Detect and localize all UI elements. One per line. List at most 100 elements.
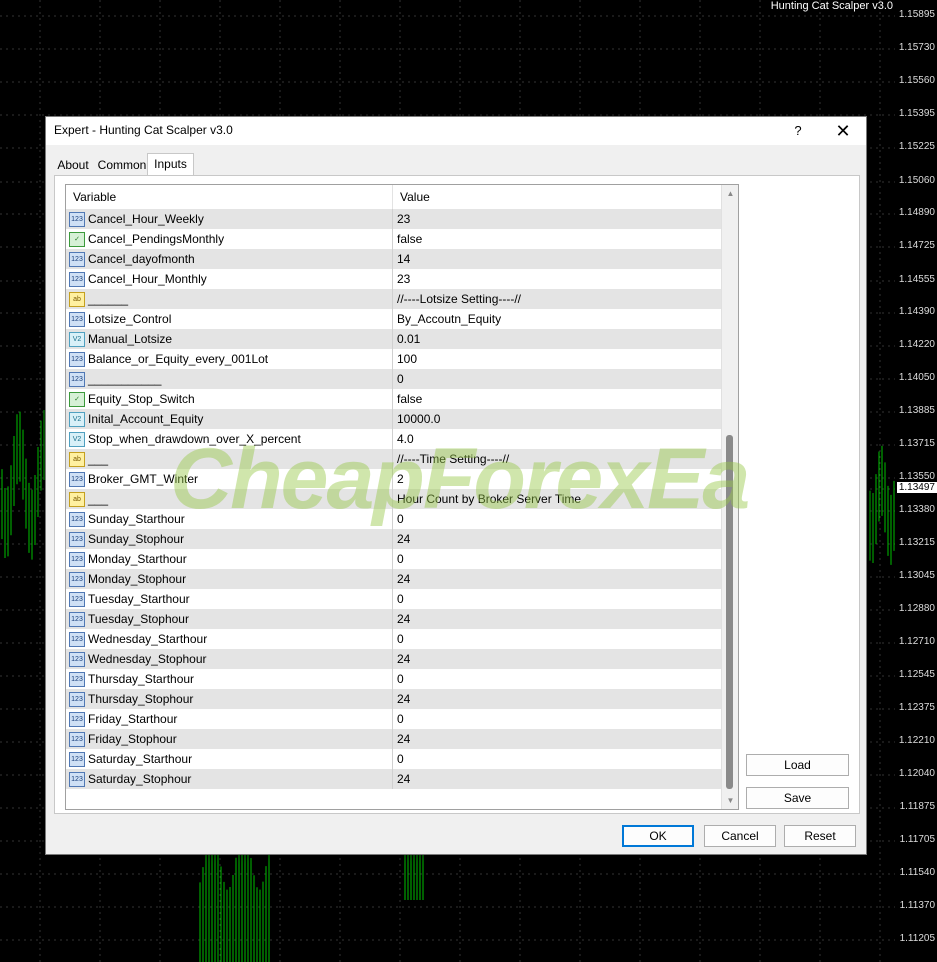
table-row[interactable]: V2 Inital_Account_Equity 10000.0 <box>66 409 721 429</box>
table-row[interactable]: 123 Sunday_Starthour 0 <box>66 509 721 529</box>
variable-value[interactable]: 24 <box>397 772 410 786</box>
table-row[interactable]: ab ___ Hour Count by Broker Server Time <box>66 489 721 509</box>
variable-value[interactable]: 14 <box>397 252 410 266</box>
table-row[interactable]: 123 Wednesday_Starthour 0 <box>66 629 721 649</box>
variable-value[interactable]: 0.01 <box>397 332 420 346</box>
table-row[interactable]: V2 Manual_Lotsize 0.01 <box>66 329 721 349</box>
reset-button[interactable]: Reset <box>784 825 856 847</box>
column-header-variable[interactable]: Variable <box>73 190 116 204</box>
variable-name: Saturday_Stophour <box>88 772 192 786</box>
variable-value[interactable]: 2 <box>397 472 404 486</box>
variable-value[interactable]: 0 <box>397 512 404 526</box>
scroll-up-icon[interactable]: ▲ <box>722 185 738 202</box>
table-row[interactable]: 123 Saturday_Stophour 24 <box>66 769 721 789</box>
variable-name: Wednesday_Stophour <box>88 652 207 666</box>
cell-divider <box>392 309 393 329</box>
dialog-titlebar[interactable]: Expert - Hunting Cat Scalper v3.0 ? ✕ <box>46 117 866 145</box>
table-row[interactable]: 123 Broker_GMT_Winter 2 <box>66 469 721 489</box>
variable-value[interactable]: //----Time Setting----// <box>397 452 509 466</box>
price-tick-label: 1.12880 <box>898 603 935 614</box>
cell-divider <box>392 609 393 629</box>
help-button[interactable]: ? <box>786 121 810 141</box>
variable-value[interactable]: Hour Count by Broker Server Time <box>397 492 581 506</box>
table-row[interactable]: 123 Cancel_Hour_Weekly 23 <box>66 209 721 229</box>
table-row[interactable]: 123 Cancel_Hour_Monthly 23 <box>66 269 721 289</box>
integer-type-icon: 123 <box>69 552 85 567</box>
table-row[interactable]: 123 Thursday_Starthour 0 <box>66 669 721 689</box>
scroll-down-icon[interactable]: ▼ <box>722 792 738 809</box>
table-row[interactable]: 123 Lotsize_Control By_Accoutn_Equity <box>66 309 721 329</box>
variable-value[interactable]: 0 <box>397 372 404 386</box>
variable-name: Friday_Stophour <box>88 732 177 746</box>
table-row[interactable]: V2 Stop_when_drawdown_over_X_percent 4.0 <box>66 429 721 449</box>
variable-value[interactable]: 0 <box>397 632 404 646</box>
tab-inputs[interactable]: Inputs <box>147 153 194 177</box>
table-row[interactable]: 123 Wednesday_Stophour 24 <box>66 649 721 669</box>
variable-value[interactable]: false <box>397 392 422 406</box>
close-icon[interactable]: ✕ <box>830 119 856 143</box>
table-row[interactable]: 123 Balance_or_Equity_every_001Lot 100 <box>66 349 721 369</box>
variable-value[interactable]: 4.0 <box>397 432 414 446</box>
tab-common[interactable]: Common <box>94 155 150 175</box>
table-row[interactable]: 123 Tuesday_Starthour 0 <box>66 589 721 609</box>
vertical-scrollbar[interactable]: ▲ ▼ <box>721 185 738 809</box>
integer-type-icon: 123 <box>69 372 85 387</box>
column-header-value[interactable]: Value <box>400 190 430 204</box>
variable-value[interactable]: 0 <box>397 592 404 606</box>
table-row[interactable]: ab ______ //----Lotsize Setting----// <box>66 289 721 309</box>
grid-header: Variable Value <box>66 185 721 210</box>
variable-name: Equity_Stop_Switch <box>88 392 195 406</box>
variable-value[interactable]: //----Lotsize Setting----// <box>397 292 521 306</box>
column-divider[interactable] <box>392 185 393 209</box>
variable-value[interactable]: 24 <box>397 572 410 586</box>
variable-value[interactable]: 10000.0 <box>397 412 440 426</box>
table-row[interactable]: 123 Sunday_Stophour 24 <box>66 529 721 549</box>
table-row[interactable]: 123 Monday_Stophour 24 <box>66 569 721 589</box>
variable-value[interactable]: 24 <box>397 612 410 626</box>
table-row[interactable]: ✓ Equity_Stop_Switch false <box>66 389 721 409</box>
variable-name: Monday_Stophour <box>88 572 187 586</box>
table-row[interactable]: 123 Saturday_Starthour 0 <box>66 749 721 769</box>
string-type-icon: ab <box>69 292 85 307</box>
variable-value[interactable]: 24 <box>397 732 410 746</box>
variable-value[interactable]: 23 <box>397 212 410 226</box>
table-row[interactable]: ab ___ //----Time Setting----// <box>66 449 721 469</box>
tab-about[interactable]: About <box>54 155 92 175</box>
cell-divider <box>392 549 393 569</box>
variable-value[interactable]: 100 <box>397 352 417 366</box>
variable-value[interactable]: 0 <box>397 552 404 566</box>
table-row[interactable]: 123 Thursday_Stophour 24 <box>66 689 721 709</box>
table-row[interactable]: 123 Tuesday_Stophour 24 <box>66 609 721 629</box>
variable-value[interactable]: 24 <box>397 532 410 546</box>
price-tick-label: 1.13885 <box>898 405 935 416</box>
variable-value[interactable]: 0 <box>397 672 404 686</box>
table-row[interactable]: 123 Monday_Starthour 0 <box>66 549 721 569</box>
table-row[interactable]: 123 Cancel_dayofmonth 14 <box>66 249 721 269</box>
price-tick-label: 1.14390 <box>898 306 935 317</box>
variable-value[interactable]: By_Accoutn_Equity <box>397 312 501 326</box>
cell-divider <box>392 229 393 249</box>
cancel-button[interactable]: Cancel <box>704 825 776 847</box>
variable-value[interactable]: false <box>397 232 422 246</box>
variable-value[interactable]: 24 <box>397 652 410 666</box>
variable-value[interactable]: 24 <box>397 692 410 706</box>
cell-divider <box>392 389 393 409</box>
boolean-type-icon: ✓ <box>69 392 85 407</box>
scrollbar-thumb[interactable] <box>726 435 733 789</box>
integer-type-icon: 123 <box>69 712 85 727</box>
table-row[interactable]: ✓ Cancel_PendingsMonthly false <box>66 229 721 249</box>
table-row[interactable]: 123 Friday_Starthour 0 <box>66 709 721 729</box>
dialog-title: Expert - Hunting Cat Scalper v3.0 <box>54 123 233 137</box>
integer-type-icon: 123 <box>69 512 85 527</box>
cell-divider <box>392 649 393 669</box>
variable-value[interactable]: 23 <box>397 272 410 286</box>
cell-divider <box>392 349 393 369</box>
table-row[interactable]: 123 ___________ 0 <box>66 369 721 389</box>
variable-value[interactable]: 0 <box>397 712 404 726</box>
ok-button[interactable]: OK <box>622 825 694 847</box>
variable-value[interactable]: 0 <box>397 752 404 766</box>
variable-name: Lotsize_Control <box>88 312 172 326</box>
load-button[interactable]: Load <box>746 754 849 776</box>
save-button[interactable]: Save <box>746 787 849 809</box>
table-row[interactable]: 123 Friday_Stophour 24 <box>66 729 721 749</box>
